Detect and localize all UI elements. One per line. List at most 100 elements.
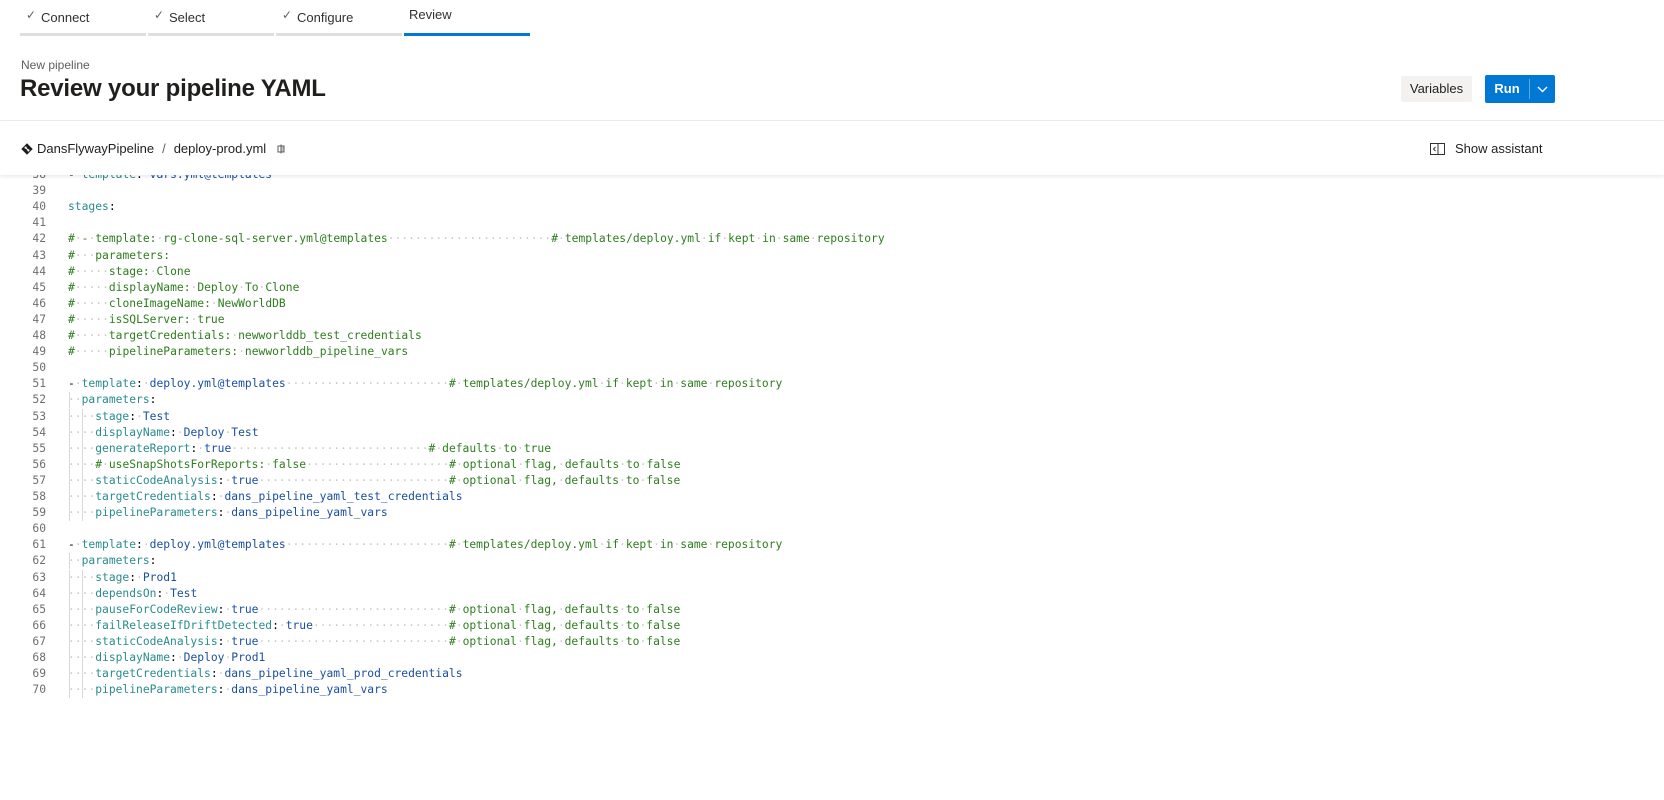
code-line[interactable]: 51 -·template:·deploy.yml@templates······… [0,376,1600,392]
line-number: 41 [32,216,46,230]
indent-guide [68,440,70,457]
code-text: ····dependsOn:·Test [68,586,198,600]
code-text: ··parameters: [68,554,157,568]
indent-guide [82,585,84,602]
show-assistant-button[interactable]: Show assistant [1430,141,1542,156]
line-number: 40 [32,200,46,214]
rename-icon[interactable] [275,143,287,155]
repo-link[interactable]: DansFlywayPipeline [37,141,154,156]
code-text: ····displayName:·Deploy·Test [68,425,259,439]
code-line[interactable]: 69 ····targetCredentials:·dans_pipeline_y… [0,666,1600,682]
code-line[interactable]: 43 #···parameters: [0,248,1600,264]
code-line[interactable]: 70 ····pipelineParameters:·dans_pipeline_… [0,682,1600,698]
code-line[interactable]: 68 ····displayName:·Deploy·Prod1 [0,650,1600,666]
code-line[interactable]: 67 ····staticCodeAnalysis:·true··········… [0,634,1600,650]
step-label: Review [409,7,452,22]
code-line[interactable]: 55 ····generateReport:·true··············… [0,441,1600,457]
indent-guide [82,666,84,683]
run-split-button: Run [1485,75,1555,103]
step-progress-bar [148,33,274,36]
code-text: ····staticCodeAnalysis:·true············… [68,634,681,648]
file-bar: DansFlywayPipeline / deploy-prod.yml Sho… [0,121,1664,175]
code-line[interactable]: 40 stages: [0,199,1600,215]
code-line[interactable]: 64 ····dependsOn:·Test [0,586,1600,602]
code-text: ····pauseForCodeReview:·true············… [68,602,681,616]
indent-guide [82,617,84,634]
line-number: 64 [32,586,46,600]
step-connect[interactable]: ✓ Connect [20,0,146,36]
indent-guide [68,505,70,522]
code-line[interactable]: 39 [0,183,1600,199]
code-line[interactable]: 38 -·template:·vars.yml@templates [0,175,1600,183]
indent-guide [68,472,70,489]
breadcrumb-separator: / [162,141,166,156]
variables-button[interactable]: Variables [1401,76,1472,102]
line-number: 54 [32,425,46,439]
code-line[interactable]: 46 #·····cloneImageName:·NewWorldDB [0,296,1600,312]
line-number: 70 [32,683,46,697]
line-number: 66 [32,618,46,632]
line-number: 67 [32,634,46,648]
code-text: #·····isSQLServer:·true [68,312,225,326]
code-line[interactable]: 52 ··parameters: [0,392,1600,408]
line-number: 56 [32,457,46,471]
indent-guide [68,424,70,441]
line-number: 51 [32,377,46,391]
code-line[interactable]: 61 -·template:·deploy.yml@templates······… [0,537,1600,553]
line-number: 59 [32,506,46,520]
indent-guide [68,666,70,683]
indent-guide [82,440,84,457]
code-line[interactable]: 58 ····targetCredentials:·dans_pipeline_y… [0,489,1600,505]
code-text: ····displayName:·Deploy·Prod1 [68,651,266,664]
indent-guide [82,601,84,618]
code-line[interactable]: 47 #·····isSQLServer:·true [0,312,1600,328]
code-line[interactable]: 62 ··parameters: [0,553,1600,569]
code-line[interactable]: 59 ····pipelineParameters:·dans_pipeline_… [0,505,1600,521]
code-line[interactable]: 48 #·····targetCredentials:·newworlddb_te… [0,328,1600,344]
line-number: 57 [32,473,46,487]
checkmark-icon: ✓ [154,8,165,22]
code-line[interactable]: 65 ····pauseForCodeReview:·true··········… [0,602,1600,618]
code-text: -·template:·vars.yml@templates [68,175,272,183]
code-text: ··parameters: [68,393,157,407]
assistant-panel-icon [1430,142,1445,155]
indent-guide [68,633,70,650]
code-line[interactable]: 42 #·-·template:·rg-clone-sql-server.yml@… [0,231,1600,247]
code-text: ····pipelineParameters:·dans_pipeline_ya… [68,506,388,520]
code-text: ····staticCodeAnalysis:·true············… [68,473,681,487]
code-text: ····generateReport:·true················… [68,441,552,455]
step-review[interactable]: Review [404,0,530,36]
code-line[interactable]: 54 ····displayName:·Deploy·Test [0,425,1600,441]
line-number: 60 [32,522,46,536]
indent-guide [82,456,84,473]
code-line[interactable]: 45 #·····displayName:·Deploy·To·Clone [0,280,1600,296]
step-select[interactable]: ✓ Select [148,0,274,36]
code-line[interactable]: 44 #·····stage:·Clone [0,264,1600,280]
run-options-button[interactable] [1530,75,1555,103]
code-text: ····targetCredentials:·dans_pipeline_yam… [68,667,463,681]
step-label: Select [169,10,206,25]
code-line[interactable]: 57 ····staticCodeAnalysis:·true··········… [0,473,1600,489]
file-name: deploy-prod.yml [173,141,267,156]
code-text: #···parameters: [68,248,171,262]
step-configure[interactable]: ✓ Configure [276,0,402,36]
indent-guide [68,682,70,699]
line-number: 50 [32,361,46,375]
line-number: 47 [32,312,46,326]
yaml-editor[interactable]: 38 -·template:·vars.yml@templates 39 40 stag… [0,175,1664,705]
line-number: 69 [32,667,46,681]
code-line[interactable]: 50 [0,360,1600,376]
line-number: 46 [32,296,46,310]
code-line[interactable]: 53 ····stage:·Test [0,409,1600,425]
code-text: ····pipelineParameters:·dans_pipeline_ya… [68,683,388,697]
code-line[interactable]: 49 #·····pipelineParameters:·newworlddb_p… [0,344,1600,360]
code-text: ····targetCredentials:·dans_pipeline_yam… [68,490,463,503]
indent-guide [82,682,84,699]
code-line[interactable]: 63 ····stage:·Prod1 [0,570,1600,586]
code-line[interactable]: 66 ····failReleaseIfDriftDetected:·true··… [0,618,1600,634]
code-line[interactable]: 56 ····#·useSnapShotsForReports:·false···… [0,457,1600,473]
code-line[interactable]: 41 [0,215,1600,231]
run-button[interactable]: Run [1485,75,1529,103]
code-line[interactable]: 60 [0,521,1600,537]
line-number: 55 [32,441,46,455]
